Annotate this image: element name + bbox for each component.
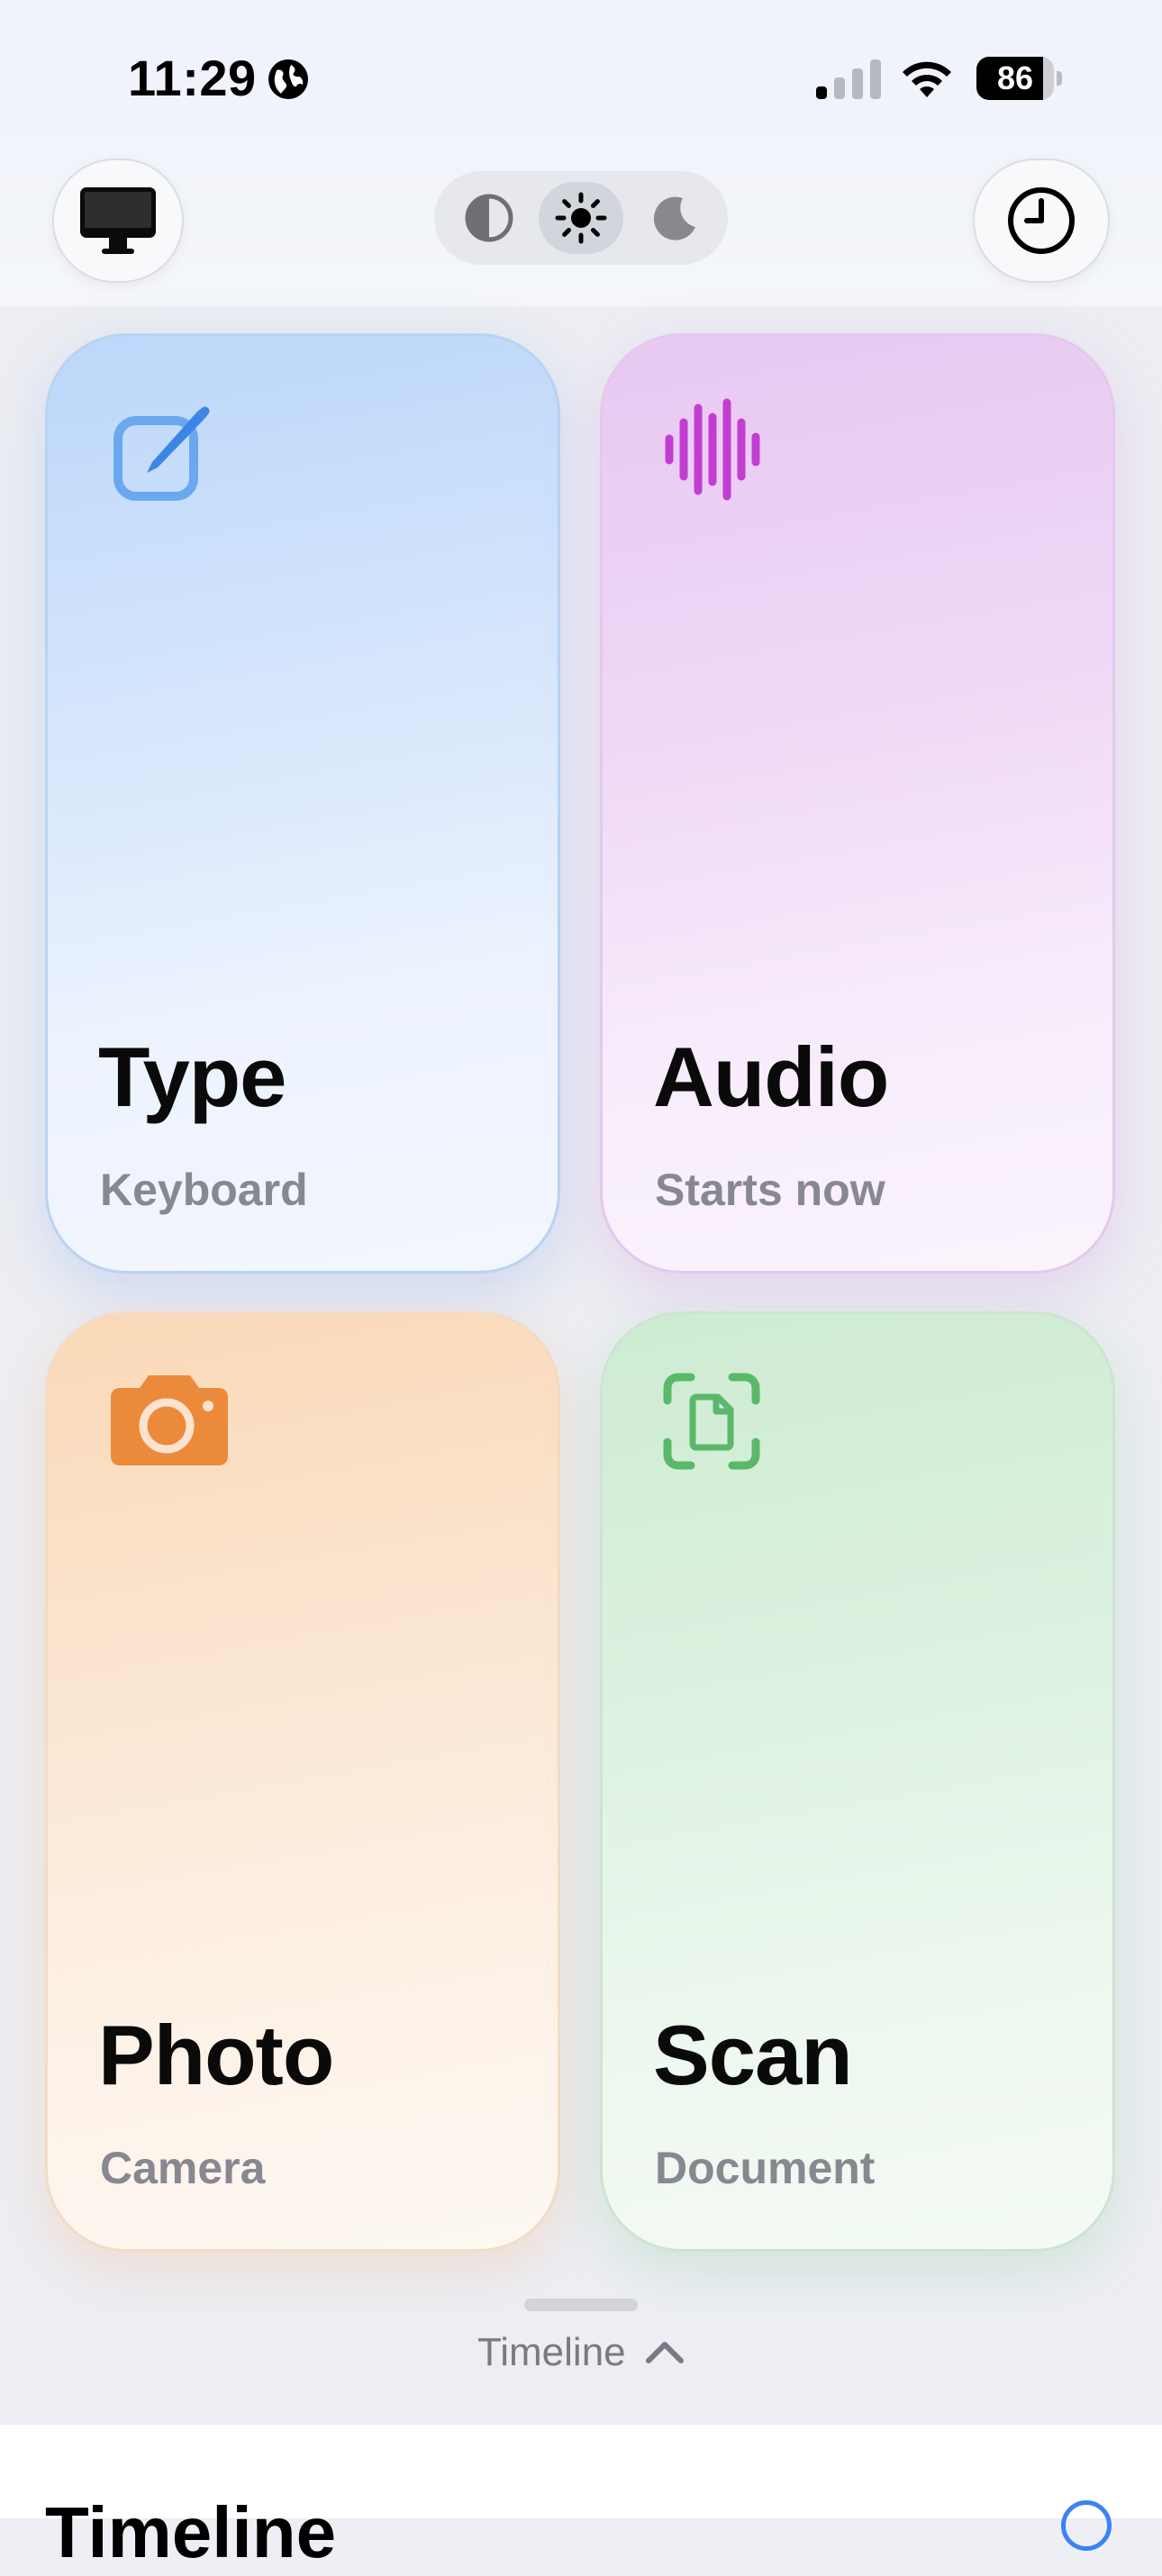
clock-history-icon <box>1008 187 1075 254</box>
document-scan-icon <box>663 1373 760 1470</box>
wifi-icon <box>903 61 951 97</box>
history-button[interactable] <box>973 159 1110 283</box>
audio-card-subtitle: Starts now <box>655 1165 885 1215</box>
battery-level: 86 <box>996 59 1034 96</box>
type-card-title: Type <box>98 1029 286 1124</box>
audio-card-title: Audio <box>653 1029 889 1124</box>
scan-card[interactable]: Scan Document <box>600 1311 1115 2252</box>
type-card[interactable]: Type Keyboard <box>45 333 560 1274</box>
battery-cap <box>1057 71 1062 86</box>
desktop-button[interactable] <box>52 159 184 283</box>
type-card-subtitle: Keyboard <box>100 1165 308 1215</box>
globe-icon <box>268 59 308 99</box>
auto-contrast-icon <box>465 194 513 242</box>
audio-card[interactable]: Audio Starts now <box>600 333 1115 1274</box>
circle-action-icon[interactable] <box>1061 2500 1112 2551</box>
scan-card-title: Scan <box>653 2008 853 2102</box>
timeline-toggle[interactable]: Timeline <box>468 2326 694 2380</box>
theme-toggle[interactable] <box>434 171 728 265</box>
sun-icon <box>555 192 607 244</box>
theme-option-light[interactable] <box>539 182 623 254</box>
moon-icon <box>653 196 695 240</box>
photo-card[interactable]: Photo Camera <box>45 1311 560 2252</box>
pencil-square-icon <box>113 406 210 501</box>
theme-option-dark[interactable] <box>631 182 715 254</box>
theme-option-auto[interactable] <box>447 182 531 254</box>
scan-card-subtitle: Document <box>655 2143 876 2193</box>
cellular-signal-icon <box>816 59 881 99</box>
status-time: 11:29 <box>128 50 257 106</box>
photo-card-subtitle: Camera <box>100 2143 266 2193</box>
timeline-toggle-label: Timeline <box>477 2330 626 2374</box>
photo-card-title: Photo <box>98 2008 334 2102</box>
battery-icon: 86 <box>976 57 1063 100</box>
audio-waveform-icon <box>665 398 760 501</box>
timeline-sheet-title: Timeline <box>45 2492 337 2572</box>
desktop-monitor-icon <box>80 187 156 254</box>
status-bar: 11:29 86 <box>0 0 1162 153</box>
camera-icon <box>111 1375 228 1465</box>
chevron-up-icon <box>646 2342 684 2363</box>
timeline-sheet[interactable]: Timeline <box>0 2425 1162 2572</box>
drawer-handle[interactable] <box>524 2299 638 2311</box>
